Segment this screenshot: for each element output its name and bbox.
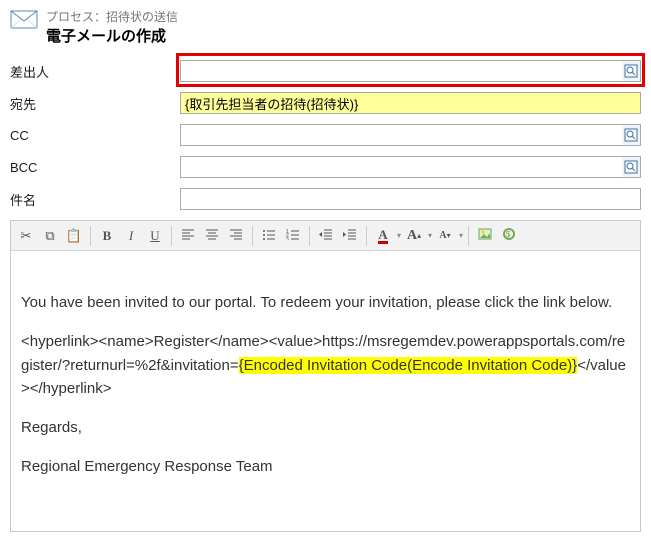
bullet-list-icon xyxy=(262,228,276,243)
toolbar-separator xyxy=(90,226,91,246)
body-para-2: <hyperlink><name>Register</name><value>h… xyxy=(21,330,630,400)
bcc-lookup-button[interactable] xyxy=(622,157,640,177)
insert-slug-button[interactable]: $ xyxy=(498,225,520,247)
align-left-icon xyxy=(181,228,195,243)
chevron-down-icon[interactable]: ▾ xyxy=(459,231,463,240)
image-icon xyxy=(478,228,492,243)
bullet-list-button[interactable] xyxy=(258,225,280,247)
rich-text-editor: ✂ ⧉ 📋 B I U 123 A ▾ A▴ ▾ A▾ ▾ $ You have… xyxy=(10,220,641,532)
outdent-button[interactable] xyxy=(315,225,337,247)
align-right-button[interactable] xyxy=(225,225,247,247)
underline-button[interactable]: U xyxy=(144,225,166,247)
lookup-icon xyxy=(624,160,638,174)
editor-body[interactable]: You have been invited to our portal. To … xyxy=(11,251,640,531)
align-center-button[interactable] xyxy=(201,225,223,247)
mail-icon xyxy=(10,8,38,30)
svg-text:$: $ xyxy=(506,230,511,239)
body-para-3: Regards, xyxy=(21,416,630,439)
slug-icon: $ xyxy=(502,227,516,244)
page-title: 電子メールの作成 xyxy=(46,25,178,46)
lookup-icon xyxy=(624,64,638,78)
scissors-icon: ✂ xyxy=(21,228,32,244)
from-label: 差出人 xyxy=(10,62,180,81)
up-caret-icon: ▴ xyxy=(417,231,421,240)
row-bcc: BCC xyxy=(10,156,641,178)
row-subject: 件名 xyxy=(10,188,641,210)
font-size-down-button[interactable]: A▾ xyxy=(434,225,456,247)
bcc-input[interactable] xyxy=(180,156,641,178)
align-right-icon xyxy=(229,228,243,243)
number-list-button[interactable]: 123 xyxy=(282,225,304,247)
paste-icon: 📋 xyxy=(66,228,82,244)
lookup-icon xyxy=(624,128,638,142)
down-caret-icon: ▾ xyxy=(447,231,451,240)
svg-text:3: 3 xyxy=(286,237,289,240)
italic-button[interactable]: I xyxy=(120,225,142,247)
insert-image-button[interactable] xyxy=(474,225,496,247)
align-center-icon xyxy=(205,228,219,243)
cc-label: CC xyxy=(10,128,180,143)
row-to: 宛先 xyxy=(10,92,641,114)
font-small-icon: A xyxy=(439,230,446,241)
toolbar-separator xyxy=(366,226,367,246)
invitation-code-slug: {Encoded Invitation Code(Encode Invitati… xyxy=(239,357,578,374)
toolbar-separator xyxy=(252,226,253,246)
chevron-down-icon[interactable]: ▾ xyxy=(428,231,432,240)
row-from: 差出人 xyxy=(10,60,641,82)
toolbar-separator xyxy=(468,226,469,246)
cut-button[interactable]: ✂ xyxy=(15,225,37,247)
from-lookup-button[interactable] xyxy=(622,61,640,81)
font-big-icon: A xyxy=(407,228,417,244)
row-cc: CC xyxy=(10,124,641,146)
process-label: プロセス：招待状の送信 xyxy=(46,8,178,25)
align-left-button[interactable] xyxy=(177,225,199,247)
number-list-icon: 123 xyxy=(286,228,300,243)
indent-icon xyxy=(343,228,357,243)
body-para-1: You have been invited to our portal. To … xyxy=(21,291,630,314)
font-size-up-button[interactable]: A▴ xyxy=(403,225,425,247)
bcc-label: BCC xyxy=(10,160,180,175)
toolbar-separator xyxy=(171,226,172,246)
subject-label: 件名 xyxy=(10,190,180,209)
editor-toolbar: ✂ ⧉ 📋 B I U 123 A ▾ A▴ ▾ A▾ ▾ $ xyxy=(11,221,640,251)
color-swatch xyxy=(378,241,388,244)
indent-button[interactable] xyxy=(339,225,361,247)
copy-button[interactable]: ⧉ xyxy=(39,225,61,247)
font-color-button[interactable]: A xyxy=(372,225,394,247)
cc-lookup-button[interactable] xyxy=(622,125,640,145)
to-input[interactable] xyxy=(180,92,641,114)
to-label: 宛先 xyxy=(10,94,180,113)
page-header: プロセス：招待状の送信 電子メールの作成 xyxy=(10,8,641,46)
copy-icon: ⧉ xyxy=(45,228,54,244)
paste-button[interactable]: 📋 xyxy=(63,225,85,247)
cc-input[interactable] xyxy=(180,124,641,146)
toolbar-separator xyxy=(309,226,310,246)
from-input[interactable] xyxy=(180,60,641,82)
chevron-down-icon[interactable]: ▾ xyxy=(397,231,401,240)
outdent-icon xyxy=(319,228,333,243)
body-para-4: Regional Emergency Response Team xyxy=(21,455,630,478)
subject-input[interactable] xyxy=(180,188,641,210)
bold-button[interactable]: B xyxy=(96,225,118,247)
